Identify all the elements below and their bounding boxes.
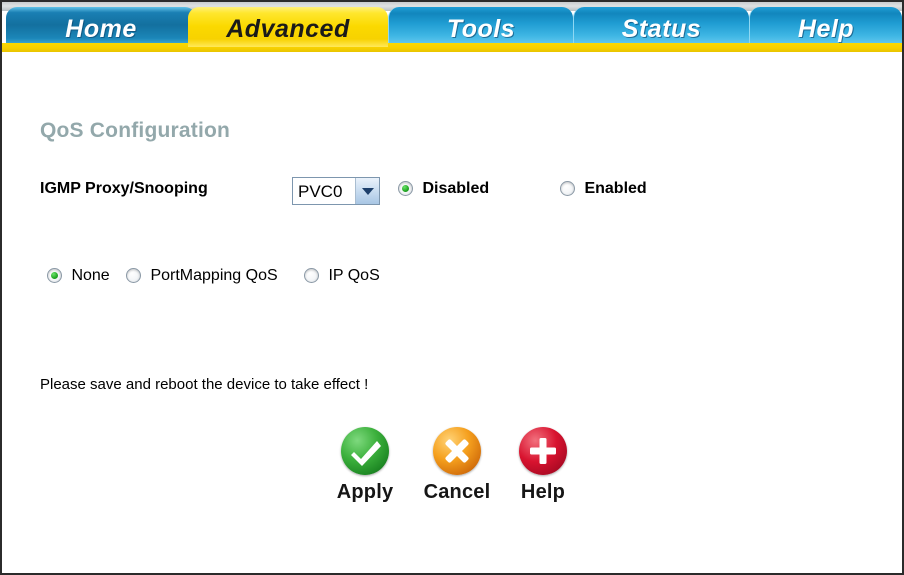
tab-help[interactable]: Help [749,7,902,47]
igmp-option-enabled[interactable]: Enabled [560,180,647,202]
radio-dot-disabled[interactable] [398,181,413,196]
apply-button[interactable]: Apply [322,427,408,504]
qos-mode-ipqos-label: IP QoS [328,267,380,284]
cancel-button-label: Cancel [423,481,491,503]
cross-circle-icon [433,427,481,475]
qos-mode-ipqos[interactable]: IP QoS [304,267,380,289]
qos-mode-none[interactable]: None [47,267,110,289]
pvc-select-value: PVC0 [298,182,343,201]
main-navigation-tabs: Home Advanced Tools Status Help [2,7,902,47]
page-title: QoS Configuration [40,119,231,142]
igmp-option-disabled[interactable]: Disabled [398,180,489,202]
cancel-button[interactable]: Cancel [414,427,500,504]
igmp-proxy-snooping-label: IGMP Proxy/Snooping [40,180,208,197]
igmp-option-disabled-label: Disabled [422,180,490,197]
chevron-down-icon[interactable] [355,178,379,204]
pvc-select[interactable]: PVC0 [292,177,380,205]
tab-tools-label: Tools [446,15,516,43]
radio-dot-ipqos[interactable] [304,268,319,283]
radio-dot-enabled[interactable] [560,181,575,196]
router-admin-page: Home Advanced Tools Status Help QoS Conf… [0,0,904,575]
igmp-option-enabled-label: Enabled [584,180,647,197]
plus-circle-icon [519,427,567,475]
tab-home[interactable]: Home [6,7,196,47]
tab-status[interactable]: Status [573,7,749,47]
check-circle-icon [341,427,389,475]
help-button-label: Help [520,481,566,503]
tab-help-label: Help [797,15,855,43]
qos-mode-portmapping[interactable]: PortMapping QoS [126,267,278,289]
action-button-group: Apply Cancel Help [322,427,602,507]
tab-advanced[interactable]: Advanced [188,7,388,47]
content-panel: QoS Configuration IGMP Proxy/Snooping PV… [2,52,902,573]
tab-underline-bar [2,43,902,52]
help-button[interactable]: Help [500,427,586,504]
apply-button-label: Apply [336,481,394,503]
tab-advanced-label: Advanced [226,15,350,43]
tab-home-label: Home [65,15,137,43]
radio-dot-portmapping[interactable] [126,268,141,283]
reboot-notice-text: Please save and reboot the device to tak… [40,376,369,393]
qos-mode-none-label: None [71,267,110,284]
tab-status-label: Status [621,15,702,43]
qos-mode-portmapping-label: PortMapping QoS [150,267,278,284]
tab-tools[interactable]: Tools [388,7,573,47]
radio-dot-none[interactable] [47,268,62,283]
